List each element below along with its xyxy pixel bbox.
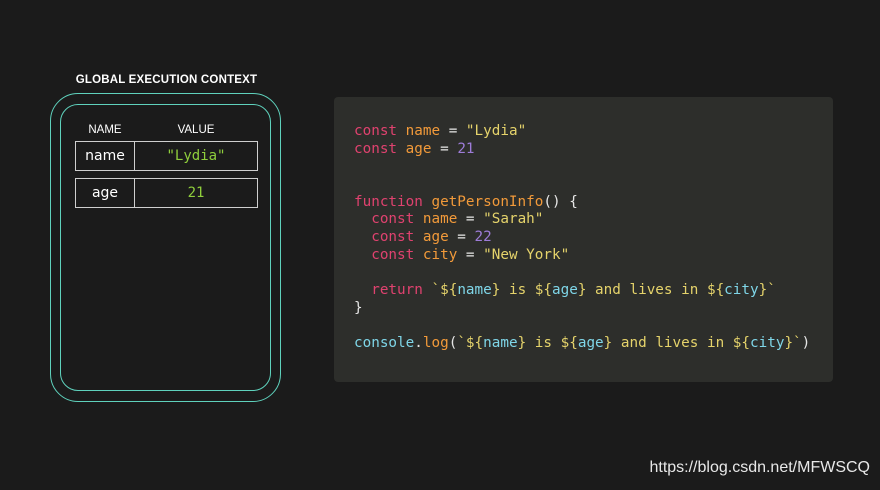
code-token-identifier: getPersonInfo — [431, 193, 544, 210]
variable-name-cell: name — [76, 142, 135, 170]
code-token-keyword: const — [354, 140, 406, 157]
code-token-keyword: function — [354, 193, 432, 210]
code-token-plain: = — [457, 211, 484, 228]
variable-value-cell: 21 — [187, 185, 205, 201]
code-token-identifier: name — [405, 123, 441, 139]
code-token-keyword: const — [371, 246, 423, 263]
code-token-keyword: const — [371, 211, 423, 228]
code-token-string: } is ${ — [517, 335, 578, 352]
code-token-plain: ) — [801, 335, 811, 352]
code-token-string: } and lives in ${ — [603, 335, 750, 352]
code-token-plain: = — [431, 140, 458, 157]
code-token-builtin: age — [552, 282, 578, 299]
code-token-plain: } — [354, 299, 363, 316]
code-token-plain: = — [448, 229, 475, 246]
variable-row-age: age 21 — [75, 178, 258, 208]
code-token-builtin: console — [354, 335, 415, 352]
code-token-string: } is ${ — [491, 282, 553, 299]
variable-row-name: name "Lydia" — [75, 141, 258, 171]
code-token-builtin: city — [724, 282, 759, 299]
code-token-keyword: return — [371, 282, 432, 299]
code-token-plain: = — [440, 123, 466, 139]
code-token-string: "Sarah" — [483, 211, 544, 228]
code-line: const city = "New York" — [354, 247, 833, 265]
code-token-builtin: name — [483, 335, 518, 352]
code-token-identifier: age — [422, 229, 449, 246]
code-line: const name = "Sarah" — [354, 211, 833, 229]
code-token-identifier: name — [422, 211, 458, 228]
code-token-string: "Lydia" — [465, 123, 527, 139]
code-token-string: }` — [784, 335, 802, 352]
watermark: https://blog.csdn.net/MFWSCQ — [649, 459, 870, 476]
code-token-plain: () { — [543, 193, 578, 210]
code-line: } — [354, 300, 833, 318]
code-line: return `${name} is ${age} and lives in $… — [354, 282, 833, 300]
code-line: const name = "Lydia" — [354, 123, 833, 141]
code-panel: const name = "Lydia" const age = 21 functi… — [334, 97, 833, 382]
variable-name-cell: age — [76, 179, 135, 207]
code-token-string: }` — [758, 282, 776, 299]
code-token-string: "New York" — [483, 246, 570, 263]
code-token-string: `${ — [431, 282, 458, 299]
column-header-value: VALUE — [177, 124, 215, 136]
code-token-builtin: city — [750, 335, 785, 352]
code-line: function getPersonInfo() { — [354, 194, 833, 212]
variable-value-cell: "Lydia" — [166, 148, 226, 164]
code-token-number: 21 — [457, 140, 475, 157]
code-token-number: 22 — [474, 229, 492, 246]
code-token-identifier: city — [422, 246, 458, 263]
context-title: GLOBAL EXECUTION CONTEXT — [75, 74, 258, 86]
code-line: const age = 21 — [354, 141, 833, 159]
code-token-keyword: const — [371, 229, 423, 246]
code-token-identifier: age — [405, 140, 432, 157]
code-token-plain: = — [457, 246, 484, 263]
code-token-string: } and lives in ${ — [577, 282, 725, 299]
code-line: const age = 22 — [354, 229, 833, 247]
code-token-builtin: age — [577, 335, 604, 352]
code-token-plain: . — [414, 335, 423, 352]
code-token-builtin: name — [457, 282, 492, 299]
code-line: console.log(`${name} is ${age} and lives… — [354, 335, 833, 353]
code-token-keyword: const — [354, 123, 406, 139]
code-token-string: `${ — [457, 335, 484, 352]
column-header-name: NAME — [88, 124, 122, 136]
code-token-identifier: log — [422, 335, 449, 352]
